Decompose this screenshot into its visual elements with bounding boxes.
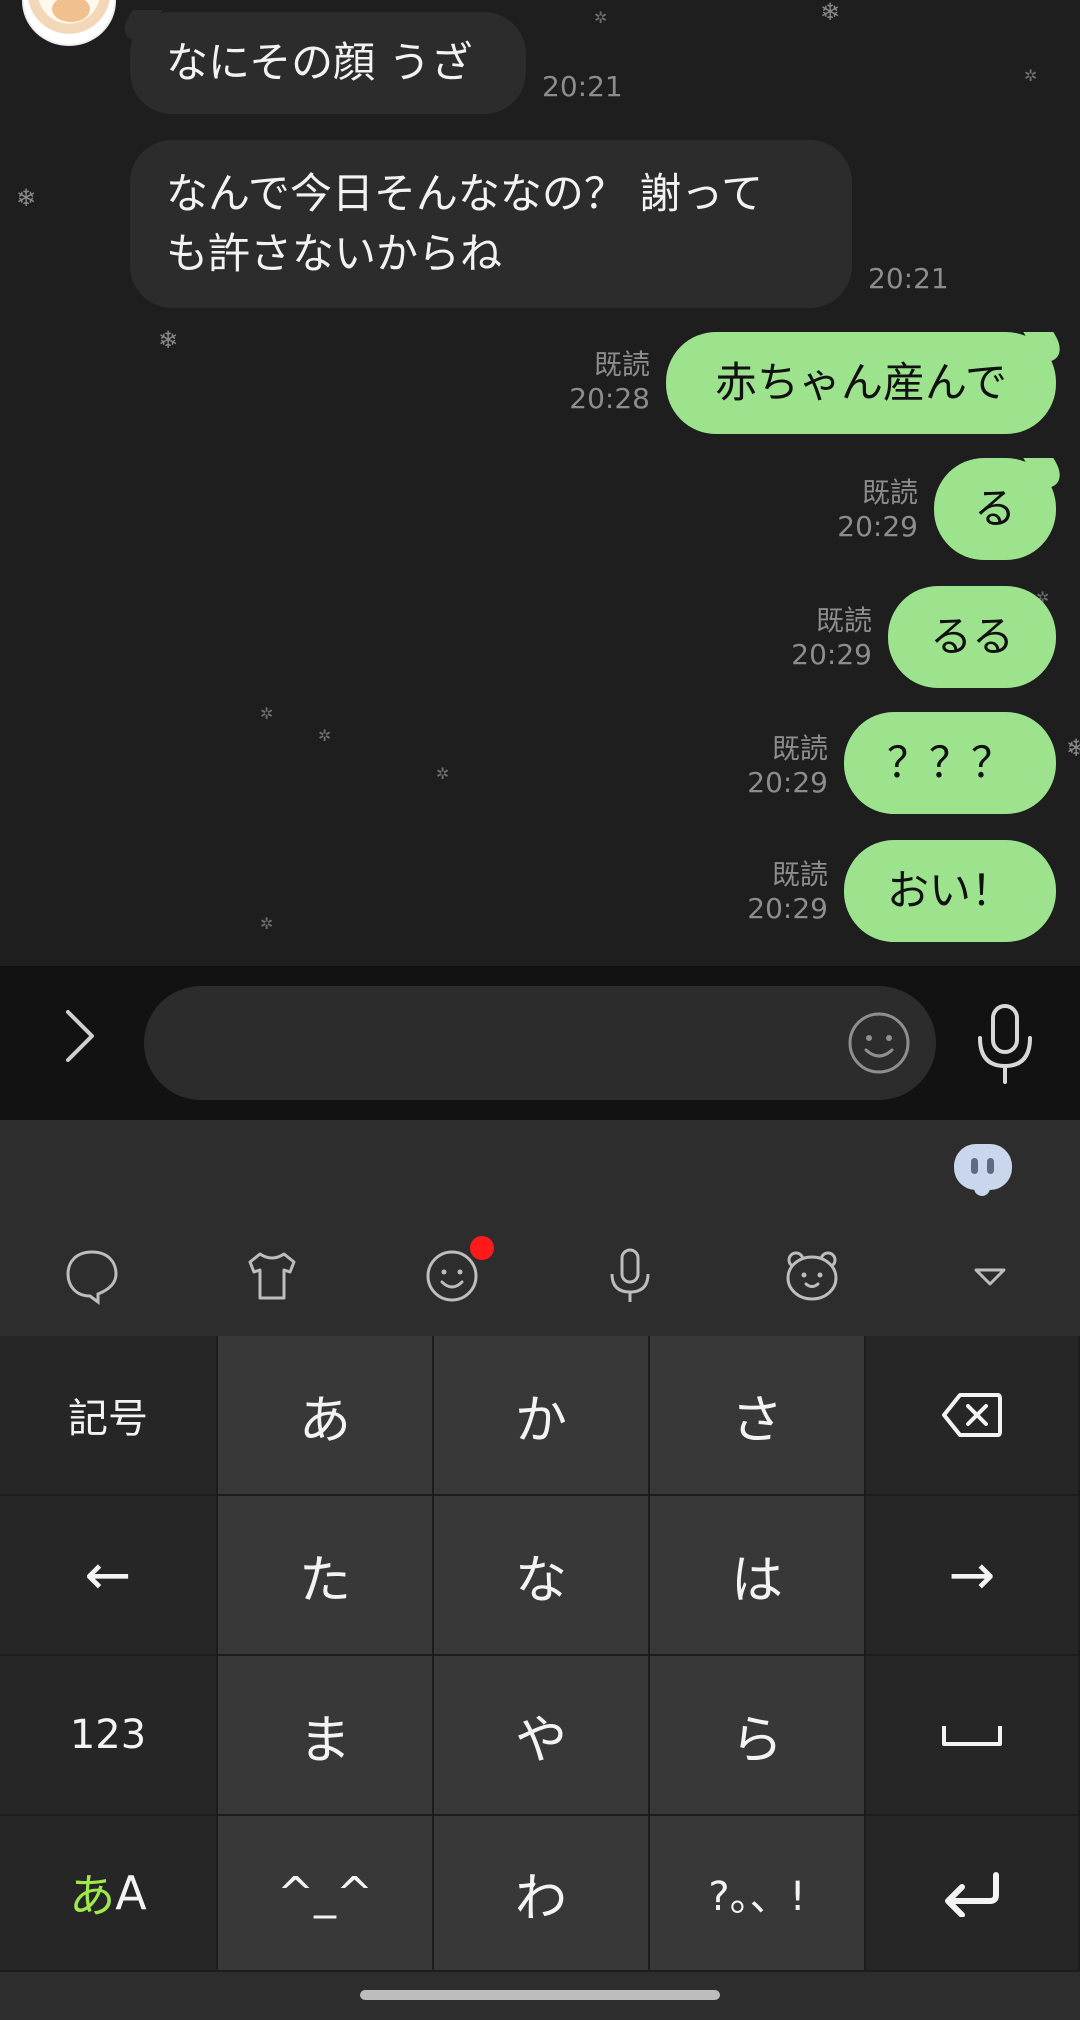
microphone-icon[interactable] <box>600 1246 660 1306</box>
navigation-area <box>0 1972 1080 2020</box>
snowflake-icon: ✲ <box>1024 66 1038 85</box>
bear-face-icon[interactable] <box>782 1246 842 1306</box>
kana-keyboard: 記号 あ か さ ← た な は → 123 ま や ら あA ^_^ わ ?。… <box>0 1336 1080 1972</box>
key-a[interactable]: あ <box>218 1336 434 1496</box>
snowflake-icon: ❄ <box>158 326 179 354</box>
snowflake-icon: ❄ <box>16 184 37 212</box>
key-sa[interactable]: さ <box>650 1336 866 1496</box>
backspace-icon <box>942 1393 1002 1437</box>
message-text: る <box>973 484 1016 533</box>
outgoing-message-bubble[interactable]: る <box>934 458 1056 560</box>
message-text-line: なんで今日そんななの？ 謝って <box>166 169 764 218</box>
speech-bubble-icon[interactable] <box>62 1246 122 1306</box>
snowflake-icon: ✲ <box>260 914 274 933</box>
message-timestamp: 20:29 <box>837 510 918 543</box>
snowflake-icon: ✲ <box>260 704 274 723</box>
message-meta: 既読 20:29 <box>744 858 828 926</box>
outgoing-message-bubble[interactable]: るる <box>888 586 1056 688</box>
message-meta: 既読 20:29 <box>744 732 828 800</box>
key-ma[interactable]: ま <box>218 1656 434 1816</box>
microphone-icon[interactable] <box>970 1002 1040 1086</box>
read-receipt: 既読 <box>771 858 828 891</box>
message-input[interactable] <box>144 986 936 1100</box>
ai-assistant-icon[interactable] <box>954 1144 1012 1190</box>
chat-area[interactable]: ✲ ❄ ✲ ❄ ❄ ✲ ✲ ✲ ✲ ✲ ❄ なにその顔 うざ 20:21 なんで… <box>0 0 1080 966</box>
key-na[interactable]: な <box>434 1496 650 1656</box>
contact-avatar[interactable] <box>22 0 116 46</box>
snowflake-icon: ✲ <box>436 764 450 783</box>
message-text: 赤ちゃん産んで <box>715 358 1007 407</box>
read-receipt: 既読 <box>593 348 650 381</box>
alphabet-mode-label: A <box>115 1866 147 1920</box>
snowflake-icon: ✲ <box>594 8 608 27</box>
space-icon <box>942 1726 1002 1746</box>
keyboard-toolbar <box>0 1120 1080 1336</box>
message-timestamp: 20:21 <box>542 70 623 103</box>
message-text: るる <box>929 612 1014 661</box>
backspace-key[interactable] <box>866 1336 1080 1496</box>
home-indicator[interactable] <box>360 1990 720 2000</box>
read-receipt: 既読 <box>861 476 918 509</box>
incoming-message-bubble[interactable]: なにその顔 うざ <box>130 12 526 114</box>
outgoing-message-bubble[interactable]: おい！ <box>844 840 1056 942</box>
input-mode-key[interactable]: あA <box>0 1816 218 1972</box>
cursor-right-key[interactable]: → <box>866 1496 1080 1656</box>
emoticon-key[interactable]: ^_^ <box>218 1816 434 1972</box>
snowflake-icon: ✲ <box>318 726 332 745</box>
message-timestamp: 20:21 <box>868 262 949 295</box>
message-meta: 既読 20:29 <box>834 476 918 544</box>
message-meta: 既読 20:28 <box>566 348 650 416</box>
outgoing-message-bubble[interactable]: 赤ちゃん産んで <box>666 332 1056 434</box>
space-key[interactable] <box>866 1656 1080 1816</box>
message-text: おい！ <box>886 866 1013 915</box>
read-receipt: 既読 <box>771 732 828 765</box>
enter-key[interactable] <box>866 1816 1080 1972</box>
outgoing-message-bubble[interactable]: ？？？ <box>844 712 1056 814</box>
message-text: ？？？ <box>886 738 1013 787</box>
key-ra[interactable]: ら <box>650 1656 866 1816</box>
enter-icon <box>945 1872 999 1917</box>
punctuation-key[interactable]: ?。、! <box>650 1816 866 1972</box>
incoming-message-bubble[interactable]: なんで今日そんななの？ 謝って も許さないからね <box>130 140 852 308</box>
message-meta: 既読 20:29 <box>788 604 872 672</box>
read-receipt: 既読 <box>815 604 872 637</box>
key-ha[interactable]: は <box>650 1496 866 1656</box>
message-timestamp: 20:29 <box>791 638 872 671</box>
hiragana-mode-label: あ <box>69 1869 116 1923</box>
collapse-triangle-icon[interactable] <box>960 1246 1020 1306</box>
number-mode-key[interactable]: 123 <box>0 1656 218 1816</box>
key-ta[interactable]: た <box>218 1496 434 1656</box>
symbol-key[interactable]: 記号 <box>0 1336 218 1496</box>
key-wa[interactable]: わ <box>434 1816 650 1972</box>
expand-chevron-icon[interactable] <box>50 1006 110 1066</box>
snowflake-icon: ❄ <box>820 0 841 26</box>
key-ka[interactable]: か <box>434 1336 650 1496</box>
message-timestamp: 20:29 <box>747 892 828 925</box>
message-text: なにその顔 うざ <box>166 38 473 87</box>
message-timestamp: 20:29 <box>747 766 828 799</box>
key-ya[interactable]: や <box>434 1656 650 1816</box>
notification-dot <box>470 1236 494 1260</box>
snowflake-icon: ❄ <box>1066 734 1080 762</box>
message-text-line: も許さないからね <box>166 229 503 278</box>
emoji-icon[interactable] <box>846 1010 912 1076</box>
cursor-left-key[interactable]: ← <box>0 1496 218 1656</box>
tshirt-icon[interactable] <box>242 1246 302 1306</box>
message-timestamp: 20:28 <box>569 382 650 415</box>
message-input-bar <box>0 966 1080 1120</box>
